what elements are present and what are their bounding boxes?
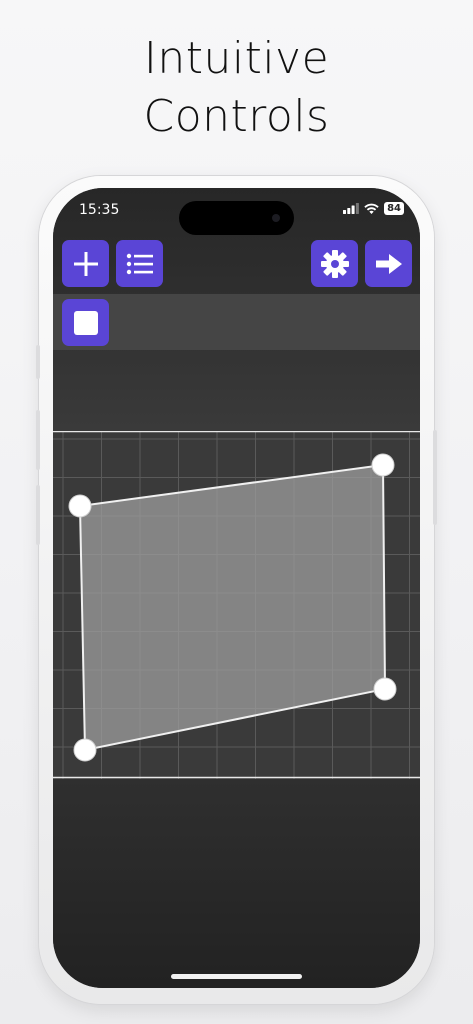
headline-line2: Controls: [143, 91, 330, 142]
add-button[interactable]: [62, 240, 109, 287]
settings-button[interactable]: [311, 240, 358, 287]
headline-line1: Intuitive: [143, 33, 330, 84]
bottom-area: [53, 779, 420, 988]
headline: Intuitive Controls: [0, 30, 473, 146]
shape-button[interactable]: [62, 299, 109, 346]
canvas-drawing: [53, 431, 420, 779]
battery-indicator: 84: [384, 202, 404, 215]
signal-icon: [343, 203, 359, 214]
next-button[interactable]: [365, 240, 412, 287]
handle-bottom-right[interactable]: [373, 677, 397, 701]
editor-canvas[interactable]: [53, 431, 420, 779]
phone-volume-up: [36, 410, 40, 470]
plus-icon: [73, 251, 98, 276]
dynamic-island: [179, 201, 294, 235]
list-icon: [126, 253, 153, 274]
status-icons: 84: [343, 202, 404, 215]
app-screen: 15:35 84: [53, 188, 420, 988]
list-button[interactable]: [116, 240, 163, 287]
phone-action-button: [36, 345, 40, 379]
handle-bottom-left[interactable]: [73, 738, 97, 762]
handle-top-left[interactable]: [68, 494, 92, 518]
square-icon: [73, 310, 98, 335]
wifi-icon: [364, 203, 379, 214]
status-time: 15:35: [79, 202, 120, 218]
home-indicator[interactable]: [171, 974, 302, 979]
gear-icon: [320, 249, 349, 278]
camera-icon: [272, 214, 280, 222]
phone-volume-down: [36, 485, 40, 545]
arrow-right-icon: [375, 253, 402, 274]
phone-power-button: [433, 430, 437, 525]
handle-top-right[interactable]: [371, 453, 395, 477]
